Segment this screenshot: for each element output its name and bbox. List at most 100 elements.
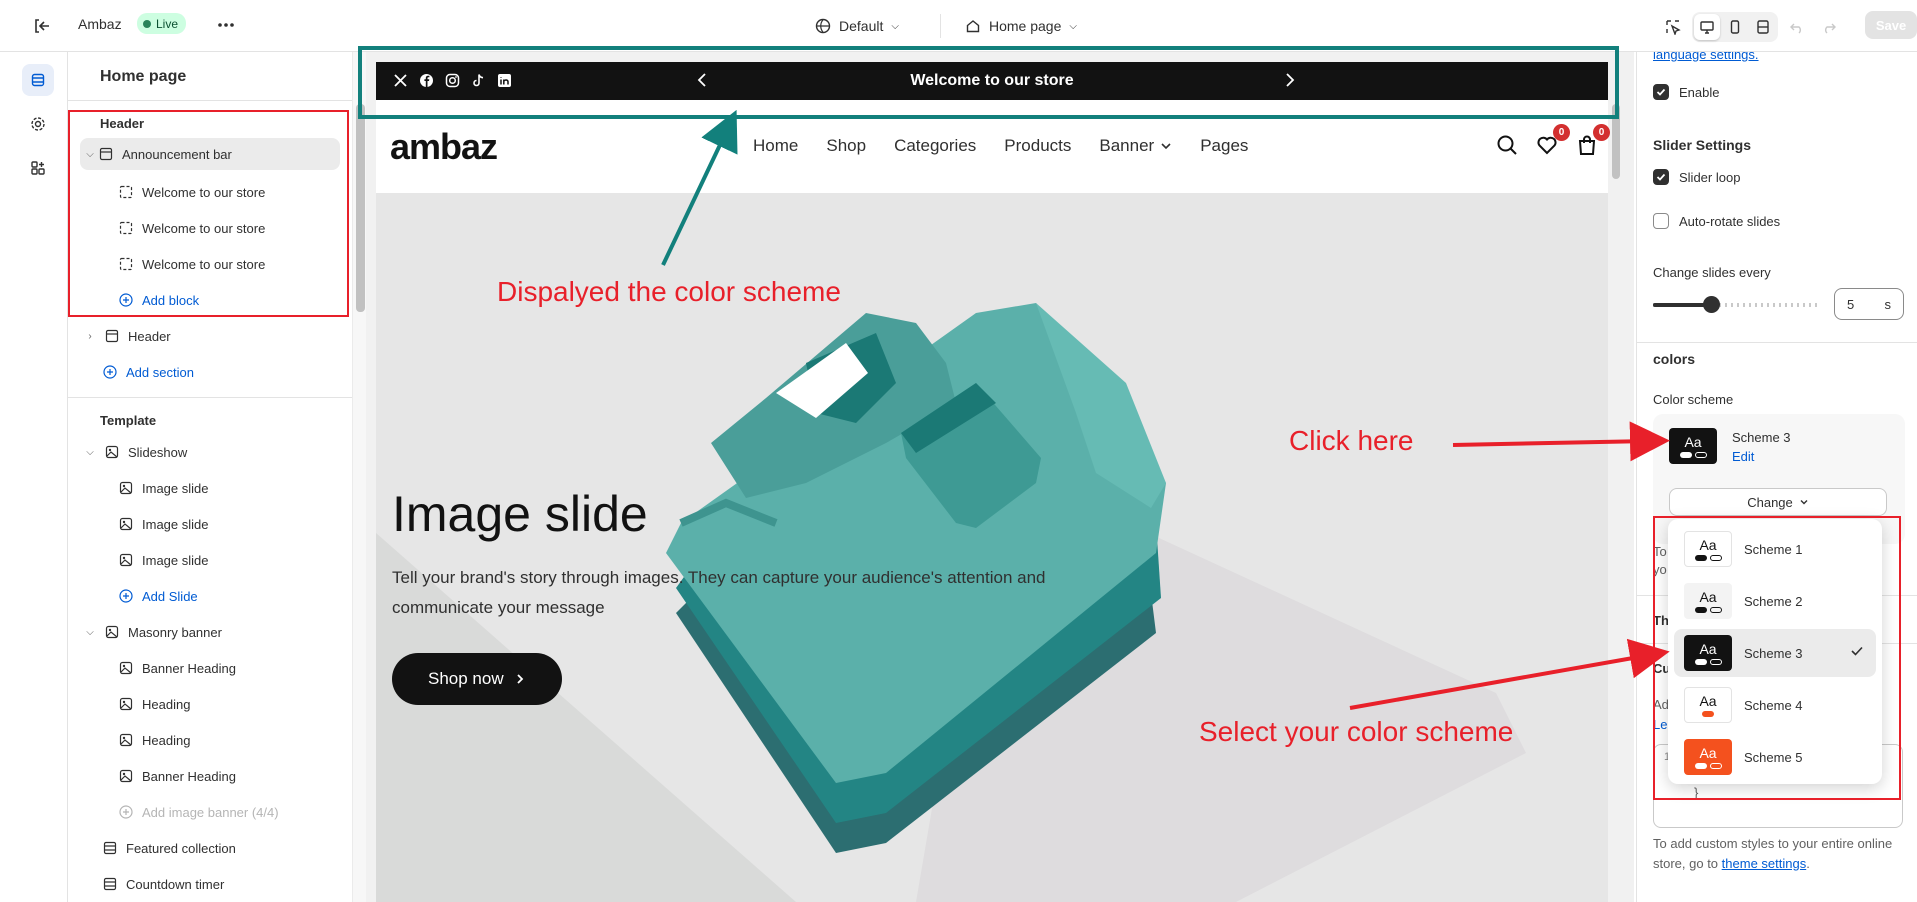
nav-item-products[interactable]: Products (1004, 136, 1071, 156)
theme-selector[interactable]: Default ⌵ (815, 14, 899, 38)
chevron-down-icon[interactable]: ⌵ (82, 627, 98, 638)
inspector-icon[interactable] (1660, 14, 1686, 40)
live-badge: Live (137, 13, 187, 34)
block-item[interactable]: Image slide (68, 544, 353, 576)
desktop-icon[interactable] (1694, 14, 1720, 40)
cart-count-badge: 0 (1593, 124, 1610, 141)
collection-icon (102, 876, 118, 892)
annotation-displayed-label: Dispalyed the color scheme (497, 276, 841, 307)
section-slideshow[interactable]: ⌵ Slideshow (68, 436, 353, 468)
image-icon (118, 732, 134, 748)
sidebar-scrollbar[interactable] (352, 52, 366, 902)
block-item[interactable]: Banner Heading (68, 652, 353, 684)
shop-now-button[interactable]: Shop now (392, 653, 562, 705)
add-section-button[interactable]: Add section (68, 356, 353, 388)
theme-settings-icon[interactable] (22, 108, 54, 140)
image-icon (118, 516, 134, 532)
image-icon (118, 768, 134, 784)
auto-rotate-checkbox[interactable]: Auto-rotate slides (1653, 213, 1780, 229)
section-header[interactable]: › Header (68, 320, 353, 352)
section-featured-collection[interactable]: Featured collection (68, 832, 353, 864)
checkbox-checked-icon[interactable] (1653, 84, 1669, 100)
sections-icon[interactable] (22, 64, 54, 96)
slide-interval-input[interactable]: 5 s (1834, 288, 1904, 320)
swatch-text: Aa (1684, 434, 1702, 450)
block-label: Image slide (142, 516, 209, 532)
block-item[interactable]: Heading (68, 724, 353, 756)
language-settings-link[interactable]: language settings. (1653, 52, 1759, 62)
annotation-announcement-highlight (358, 46, 1619, 119)
cart-icon[interactable]: 0 (1576, 124, 1610, 158)
nav-item-pages[interactable]: Pages (1200, 136, 1248, 156)
exit-icon[interactable] (30, 14, 54, 38)
wishlist-icon[interactable]: 0 (1536, 124, 1570, 158)
store-name: Ambaz (78, 16, 122, 32)
topbar-tools (1660, 12, 1842, 42)
mobile-icon[interactable] (1722, 14, 1748, 40)
checkbox-checked-icon[interactable] (1653, 169, 1669, 185)
period: . (1806, 856, 1810, 871)
divider (1637, 342, 1917, 343)
save-button[interactable]: Save (1865, 11, 1917, 39)
page-title: Home page (100, 68, 187, 85)
more-actions-icon[interactable] (215, 14, 237, 36)
section-countdown-timer[interactable]: Countdown timer (68, 868, 353, 900)
enable-checkbox[interactable]: Enable (1653, 84, 1719, 100)
block-item[interactable]: Image slide (68, 472, 353, 504)
annotation-select-label: Select your color scheme (1199, 716, 1514, 747)
slide-interval-handle[interactable] (1703, 296, 1720, 313)
edit-scheme-link[interactable]: Edit (1732, 449, 1754, 464)
change-scheme-button[interactable]: Change (1669, 488, 1887, 516)
change-label: Change (1747, 494, 1793, 510)
slider-loop-checkbox[interactable]: Slider loop (1653, 169, 1740, 185)
divider (68, 100, 353, 101)
undo-icon[interactable] (1784, 14, 1810, 40)
editor-rail (14, 52, 68, 902)
logo-text: ambaz (390, 126, 498, 167)
collection-icon (102, 840, 118, 856)
chevron-down-icon[interactable]: ⌵ (82, 447, 98, 458)
chevron-right-icon[interactable]: › (82, 331, 98, 342)
image-icon (104, 624, 120, 640)
fullscreen-icon[interactable] (1750, 14, 1776, 40)
main-nav: Home Shop Categories Products Banner Pag… (753, 136, 1248, 156)
chevron-right-icon (516, 674, 523, 684)
block-label: Banner Heading (142, 768, 236, 784)
annotation-sidebar-highlight (68, 110, 349, 317)
block-item[interactable]: Heading (68, 688, 353, 720)
shirt-stack-illustration (666, 303, 1166, 853)
colors-heading: colors (1653, 351, 1696, 367)
section-label: Countdown timer (126, 876, 225, 892)
custom-css-note: To add custom styles to your entire onli… (1653, 834, 1903, 874)
wishlist-count-badge: 0 (1553, 124, 1570, 141)
scrollbar-thumb[interactable] (356, 104, 365, 312)
page-selector[interactable]: Home page ⌵ (965, 14, 1077, 38)
checkbox-unchecked-icon[interactable] (1653, 213, 1669, 229)
block-item[interactable]: Image slide (68, 508, 353, 540)
section-masonry-banner[interactable]: ⌵ Masonry banner (68, 616, 353, 648)
scheme-3-swatch: Aa (1669, 428, 1717, 464)
redo-icon[interactable] (1816, 14, 1842, 40)
header-icons: 0 0 (1496, 124, 1610, 158)
store-logo[interactable]: ambaz (390, 126, 498, 168)
theme-settings-link[interactable]: theme settings (1722, 856, 1807, 871)
section-label: Slideshow (128, 444, 188, 460)
block-item[interactable]: Banner Heading (68, 760, 353, 792)
apps-icon[interactable] (22, 152, 54, 184)
hero-description: Tell your brand's story through images. … (392, 568, 1046, 617)
home-icon (966, 20, 980, 33)
preview-scrollbar[interactable] (1610, 52, 1622, 902)
nav-item-home[interactable]: Home (753, 136, 798, 156)
nav-item-shop[interactable]: Shop (826, 136, 866, 156)
hero-title: Image slide (392, 486, 648, 542)
search-icon[interactable] (1496, 134, 1520, 158)
plus-circle-icon (118, 804, 134, 820)
add-slide-button[interactable]: Add Slide (68, 580, 353, 612)
nav-item-banner[interactable]: Banner (1099, 136, 1172, 156)
block-label: Image slide (142, 552, 209, 568)
slider-settings-heading: Slider Settings (1653, 137, 1752, 153)
nav-item-categories[interactable]: Categories (894, 136, 976, 156)
add-section-label: Add section (126, 364, 194, 380)
auto-rotate-label: Auto-rotate slides (1679, 213, 1781, 229)
block-label: Image slide (142, 480, 209, 496)
